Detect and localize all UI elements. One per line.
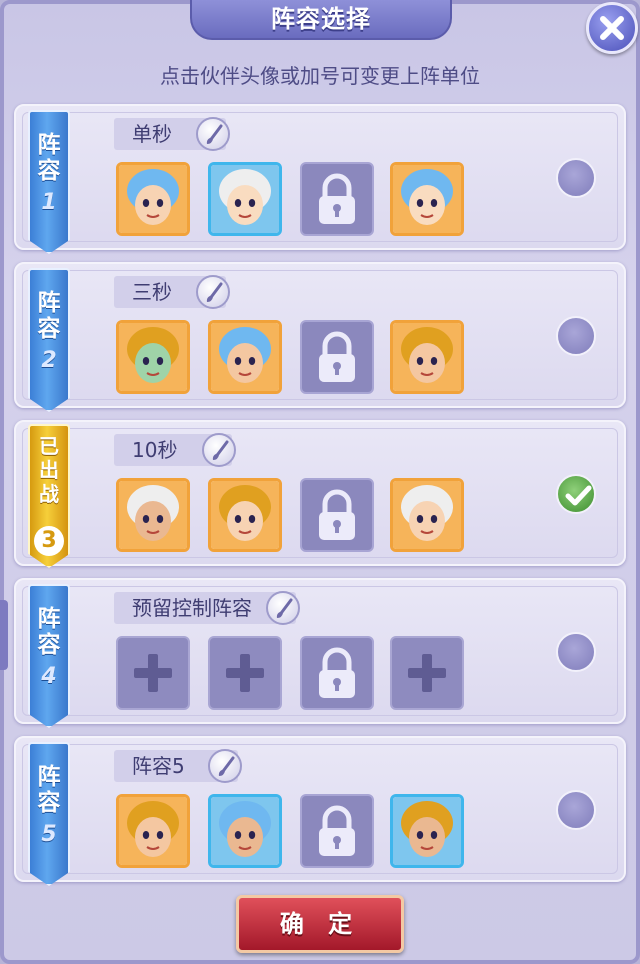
page-title: 阵容选择	[271, 5, 371, 33]
checkmark-icon	[565, 485, 592, 506]
formation-ribbon: 阵 容 4	[28, 584, 70, 728]
green-dragon-king-portrait[interactable]	[390, 478, 464, 552]
lock-icon	[319, 173, 355, 224]
angry-strongman-portrait[interactable]	[390, 794, 464, 868]
select-radio[interactable]	[556, 316, 596, 356]
rename-button[interactable]	[196, 117, 230, 151]
plus-icon	[408, 654, 446, 692]
ribbon-label: 阵 容	[37, 764, 61, 816]
purple-haired-woman-portrait[interactable]	[390, 320, 464, 394]
locked-slot	[300, 636, 374, 710]
white-bearded-elder-portrait[interactable]	[208, 320, 282, 394]
side-tab-handle[interactable]	[0, 600, 8, 670]
blue-haired-warrior-portrait[interactable]	[208, 162, 282, 236]
rename-button[interactable]	[208, 749, 242, 783]
close-button[interactable]	[586, 2, 638, 54]
lock-icon	[319, 331, 355, 382]
rename-button[interactable]	[202, 433, 236, 467]
formation-ribbon: 阵 容 5	[28, 742, 70, 886]
selected-check[interactable]	[556, 474, 596, 514]
formation-number: 1	[41, 190, 57, 215]
locked-slot	[300, 162, 374, 236]
blue-haired-girl-with-headdress-portrait[interactable]	[116, 162, 190, 236]
ribbon-label: 阵 容	[37, 290, 61, 342]
hint-text: 点击伙伴头像或加号可变更上阵单位	[160, 64, 480, 88]
select-radio[interactable]	[556, 790, 596, 830]
formation-ribbon: 阵 容 2	[28, 268, 70, 412]
crowned-girl-portrait[interactable]	[116, 478, 190, 552]
add-partner-slot[interactable]	[390, 636, 464, 710]
lock-icon	[319, 647, 355, 698]
purple-haired-woman-portrait[interactable]	[390, 162, 464, 236]
brush-icon	[212, 440, 229, 460]
rename-button[interactable]	[196, 275, 230, 309]
add-partner-slot[interactable]	[116, 636, 190, 710]
title-bar: 阵容选择	[190, 0, 452, 40]
plus-icon	[226, 654, 264, 692]
formation-ribbon: 阵 容 1	[28, 110, 70, 254]
formation-number: 4	[41, 664, 57, 689]
confirm-label: 确 定	[279, 910, 361, 938]
add-partner-slot[interactable]	[208, 636, 282, 710]
blue-haired-warrior-portrait[interactable]	[208, 794, 282, 868]
bearded-man-portrait[interactable]	[116, 320, 190, 394]
armored-warrior-portrait[interactable]	[208, 478, 282, 552]
brush-icon	[206, 282, 223, 302]
confirm-button[interactable]: 确 定	[236, 895, 404, 953]
lock-icon	[319, 489, 355, 540]
locked-slot	[300, 478, 374, 552]
brush-icon	[218, 756, 235, 776]
select-radio[interactable]	[556, 158, 596, 198]
deployed-ribbon: 已 出 战 3	[28, 424, 70, 568]
close-icon	[600, 16, 624, 40]
select-radio[interactable]	[556, 632, 596, 672]
locked-slot	[300, 320, 374, 394]
ribbon-label: 阵 容	[37, 606, 61, 658]
plus-icon	[134, 654, 172, 692]
ribbon-label: 已 出 战	[39, 434, 59, 506]
formation-number: 2	[41, 348, 57, 373]
formation-number: 3	[34, 526, 64, 556]
formation-number: 5	[41, 822, 57, 847]
lock-icon	[319, 805, 355, 856]
rename-button[interactable]	[266, 591, 300, 625]
blue-haired-girl-with-headdress-portrait[interactable]	[116, 794, 190, 868]
locked-slot	[300, 794, 374, 868]
brush-icon	[206, 124, 223, 144]
brush-icon	[276, 598, 293, 618]
ribbon-label: 阵 容	[37, 132, 61, 184]
